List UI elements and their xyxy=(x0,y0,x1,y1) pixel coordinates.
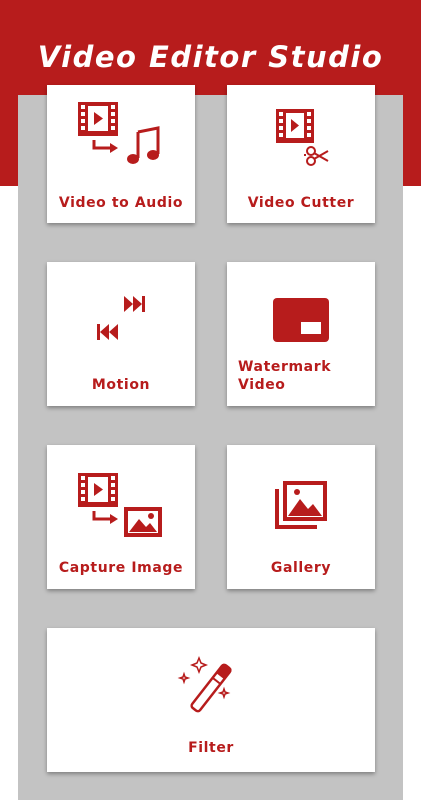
magic-wand-icon xyxy=(47,654,375,722)
motion-icon xyxy=(47,292,195,356)
app-title: Video Editor Studio xyxy=(37,40,384,74)
capture-image-label: Capture Image xyxy=(58,560,184,576)
watermark-label-line1: Watermark xyxy=(238,359,332,375)
capture-image-card[interactable]: Capture Image xyxy=(47,445,195,589)
watermark-label-line2: Video xyxy=(238,377,286,393)
gallery-card[interactable]: Gallery xyxy=(227,445,375,589)
video-cutter-label: Video Cutter xyxy=(247,195,355,211)
watermark-video-card[interactable]: Watermark Video xyxy=(227,262,375,406)
filter-card[interactable]: Filter xyxy=(47,628,375,772)
watermark-video-label: Watermark Video xyxy=(227,358,375,394)
watermark-icon xyxy=(227,296,375,348)
capture-image-icon xyxy=(47,471,195,545)
gallery-label: Gallery xyxy=(270,560,332,576)
motion-card[interactable]: Motion xyxy=(47,262,195,406)
video-to-audio-label: Video to Audio xyxy=(58,195,184,211)
gallery-icon xyxy=(227,479,375,533)
video-cutter-card[interactable]: Video Cutter xyxy=(227,85,375,223)
video-to-audio-card[interactable]: Video to Audio xyxy=(47,85,195,223)
filter-label: Filter xyxy=(188,740,234,756)
video-to-audio-icon xyxy=(47,100,195,174)
motion-label: Motion xyxy=(91,377,151,393)
video-cutter-icon xyxy=(227,107,375,171)
